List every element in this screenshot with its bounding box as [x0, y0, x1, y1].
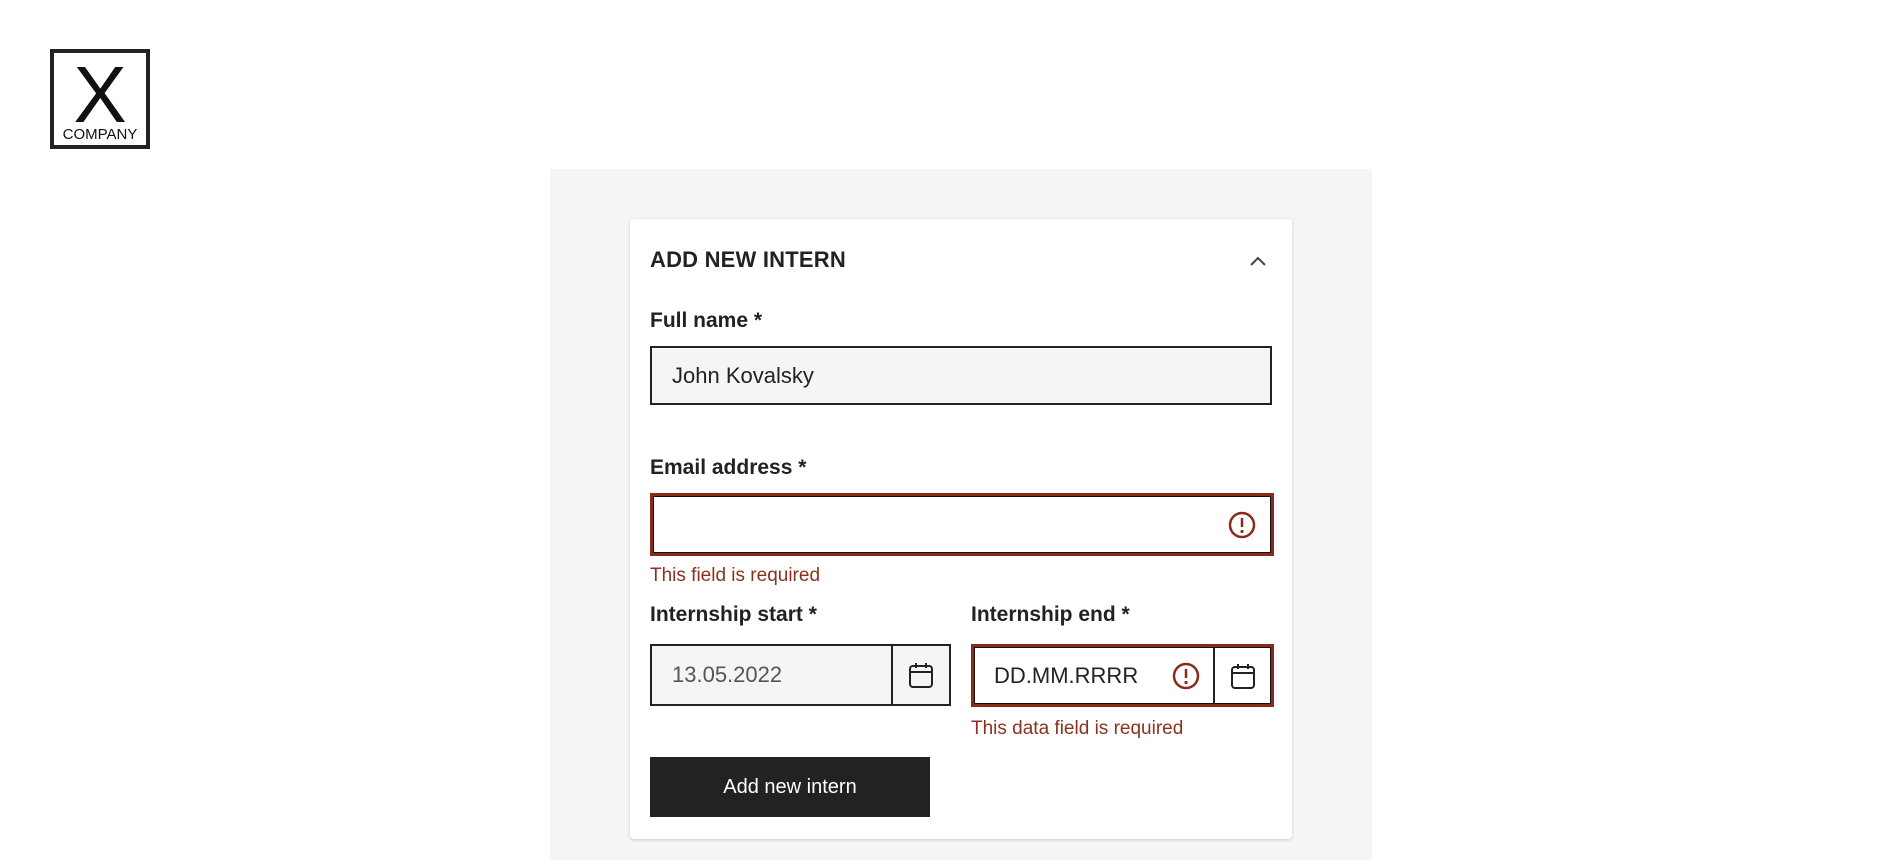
calendar-icon [1231, 663, 1255, 689]
add-intern-card: ADD NEW INTERN Full name * John Kovalsky… [630, 219, 1292, 839]
email-label: Email address * [650, 456, 807, 479]
logo-mark: X [73, 50, 127, 139]
full-name-field[interactable]: John Kovalsky [650, 346, 1272, 405]
company-logo: X COMPANY [50, 49, 150, 149]
collapse-button[interactable] [1244, 247, 1272, 275]
internship-end-placeholder: DD.MM.RRRR [994, 662, 1139, 688]
internship-start-field[interactable]: 13.05.2022 [650, 644, 951, 706]
internship-start-label: Internship start * [650, 603, 817, 626]
calendar-icon [909, 663, 933, 688]
full-name-value: John Kovalsky [672, 362, 814, 388]
internship-end-label: Internship end * [971, 603, 1130, 626]
internship-end-field[interactable]: DD.MM.RRRR [971, 644, 1274, 707]
chevron-up-icon [1250, 256, 1266, 266]
content-panel: ADD NEW INTERN Full name * John Kovalsky… [550, 169, 1372, 860]
full-name-label: Full name * [650, 309, 763, 332]
internship-end-calendar-button[interactable] [1213, 647, 1271, 704]
internship-start-value: 13.05.2022 [672, 662, 783, 687]
email-error: This field is required [650, 565, 821, 586]
internship-start-calendar-button[interactable] [891, 646, 949, 704]
alert-circle-icon [1227, 510, 1257, 540]
alert-circle-icon [1171, 661, 1201, 691]
email-field[interactable] [650, 493, 1274, 556]
card-title: ADD NEW INTERN [650, 247, 846, 272]
logo-text: COMPANY [62, 126, 138, 143]
add-new-intern-button[interactable]: Add new intern [650, 757, 930, 817]
internship-end-error: This data field is required [971, 718, 1184, 739]
